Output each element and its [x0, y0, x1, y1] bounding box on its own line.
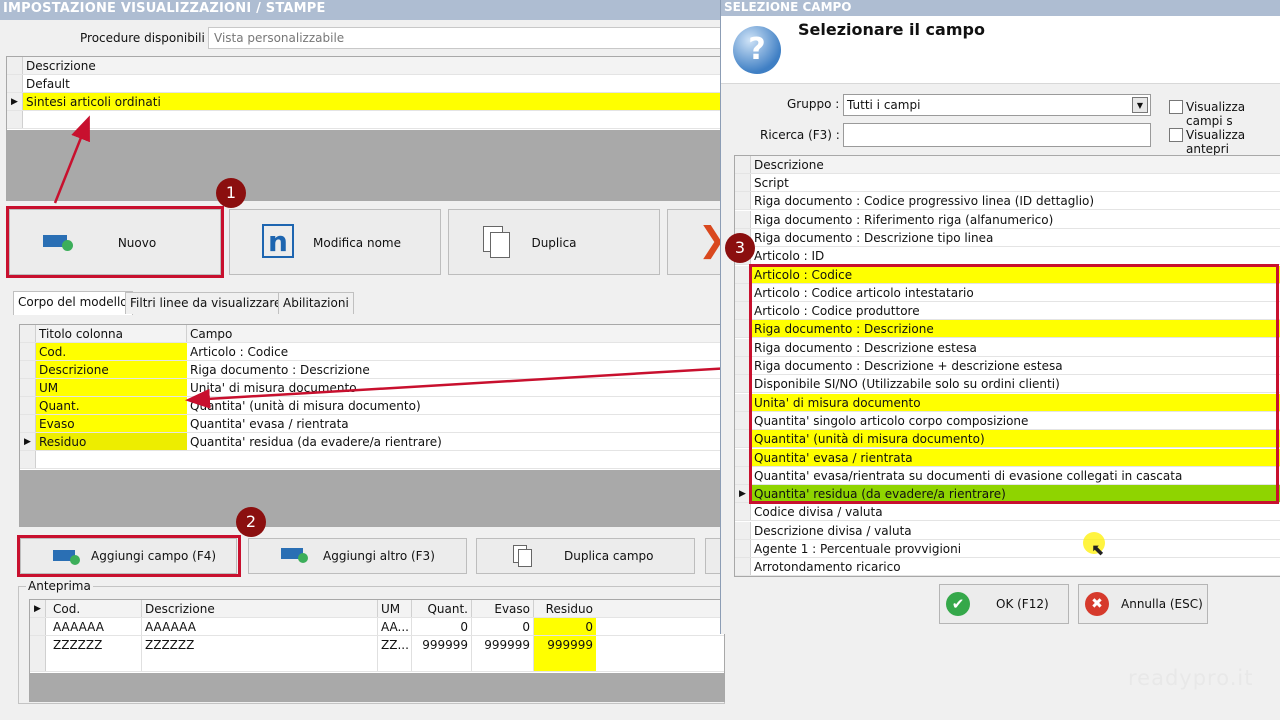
watermark: readypro.it — [1128, 666, 1254, 690]
search-input[interactable] — [843, 123, 1151, 147]
field-list-item[interactable]: Riga documento : Codice progressivo line… — [735, 192, 1280, 211]
chevron-down-icon[interactable]: ▼ — [1132, 97, 1148, 113]
field-list-item[interactable]: Descrizione divisa / valuta — [735, 521, 1280, 540]
field-list-item[interactable]: Articolo : ID — [735, 247, 1280, 266]
step-badge-3: 3 — [725, 233, 755, 263]
select-field-dialog: SELEZIONE CAMPO ? Selezionare il campo G… — [720, 0, 1280, 634]
group-label: Gruppo : — [787, 97, 840, 111]
field-list-item[interactable]: Script — [735, 174, 1280, 192]
field-list-item[interactable]: Riga documento : Descrizione tipo linea — [735, 228, 1280, 247]
close-icon: ✖ — [1085, 592, 1109, 616]
search-label: Ricerca (F3) : — [760, 128, 840, 142]
show-fields-label: Visualizza campi s — [1186, 100, 1246, 128]
annotation-box-selected-fields — [749, 264, 1279, 504]
ok-button[interactable]: ✔ OK (F12) — [939, 584, 1069, 624]
field-list-item-label: Riga documento : Riferimento riga (alfan… — [754, 212, 1054, 227]
field-list-item-label: Agente 1 : Percentuale provvigioni — [754, 542, 962, 556]
field-list-item-label: Script — [754, 176, 789, 190]
step-badge-1: 1 — [216, 178, 246, 208]
dialog-title: SELEZIONE CAMPO — [721, 0, 1280, 16]
show-fields-checkbox[interactable] — [1169, 100, 1183, 114]
check-icon: ✔ — [946, 592, 970, 616]
field-list-item-label: Articolo : ID — [754, 249, 825, 264]
field-list-item[interactable]: Arrotondamento ricarico — [735, 558, 1280, 576]
field-list-item-label: Riga documento : Codice progressivo line… — [754, 194, 1095, 209]
field-list-item-label: Riga documento : Descrizione tipo linea — [754, 230, 994, 245]
field-list-item-label: Codice divisa / valuta — [754, 505, 883, 520]
step-badge-2: 2 — [236, 507, 266, 537]
field-list-item[interactable]: Riga documento : Riferimento riga (alfan… — [735, 210, 1280, 229]
cancel-button[interactable]: ✖ Annulla (ESC) — [1078, 584, 1208, 624]
pointer-arrow-icon: ⬉ — [1091, 540, 1105, 559]
dialog-heading: Selezionare il campo — [798, 20, 985, 39]
question-icon: ? — [733, 26, 781, 74]
field-list-item-label: Arrotondamento ricarico — [754, 560, 901, 575]
show-preview-checkbox[interactable] — [1169, 128, 1183, 142]
field-list-item[interactable]: Agente 1 : Percentuale provvigioni — [735, 540, 1280, 558]
field-list-header: Descrizione — [735, 156, 1280, 174]
field-list-item-label: Descrizione divisa / valuta — [754, 523, 912, 538]
show-preview-label: Visualizza antepri — [1186, 128, 1246, 156]
dialog-header: ? Selezionare il campo — [721, 16, 1280, 84]
field-list-item[interactable]: Codice divisa / valuta — [735, 503, 1280, 522]
group-select[interactable]: Tutti i campi ▼ — [843, 94, 1151, 116]
